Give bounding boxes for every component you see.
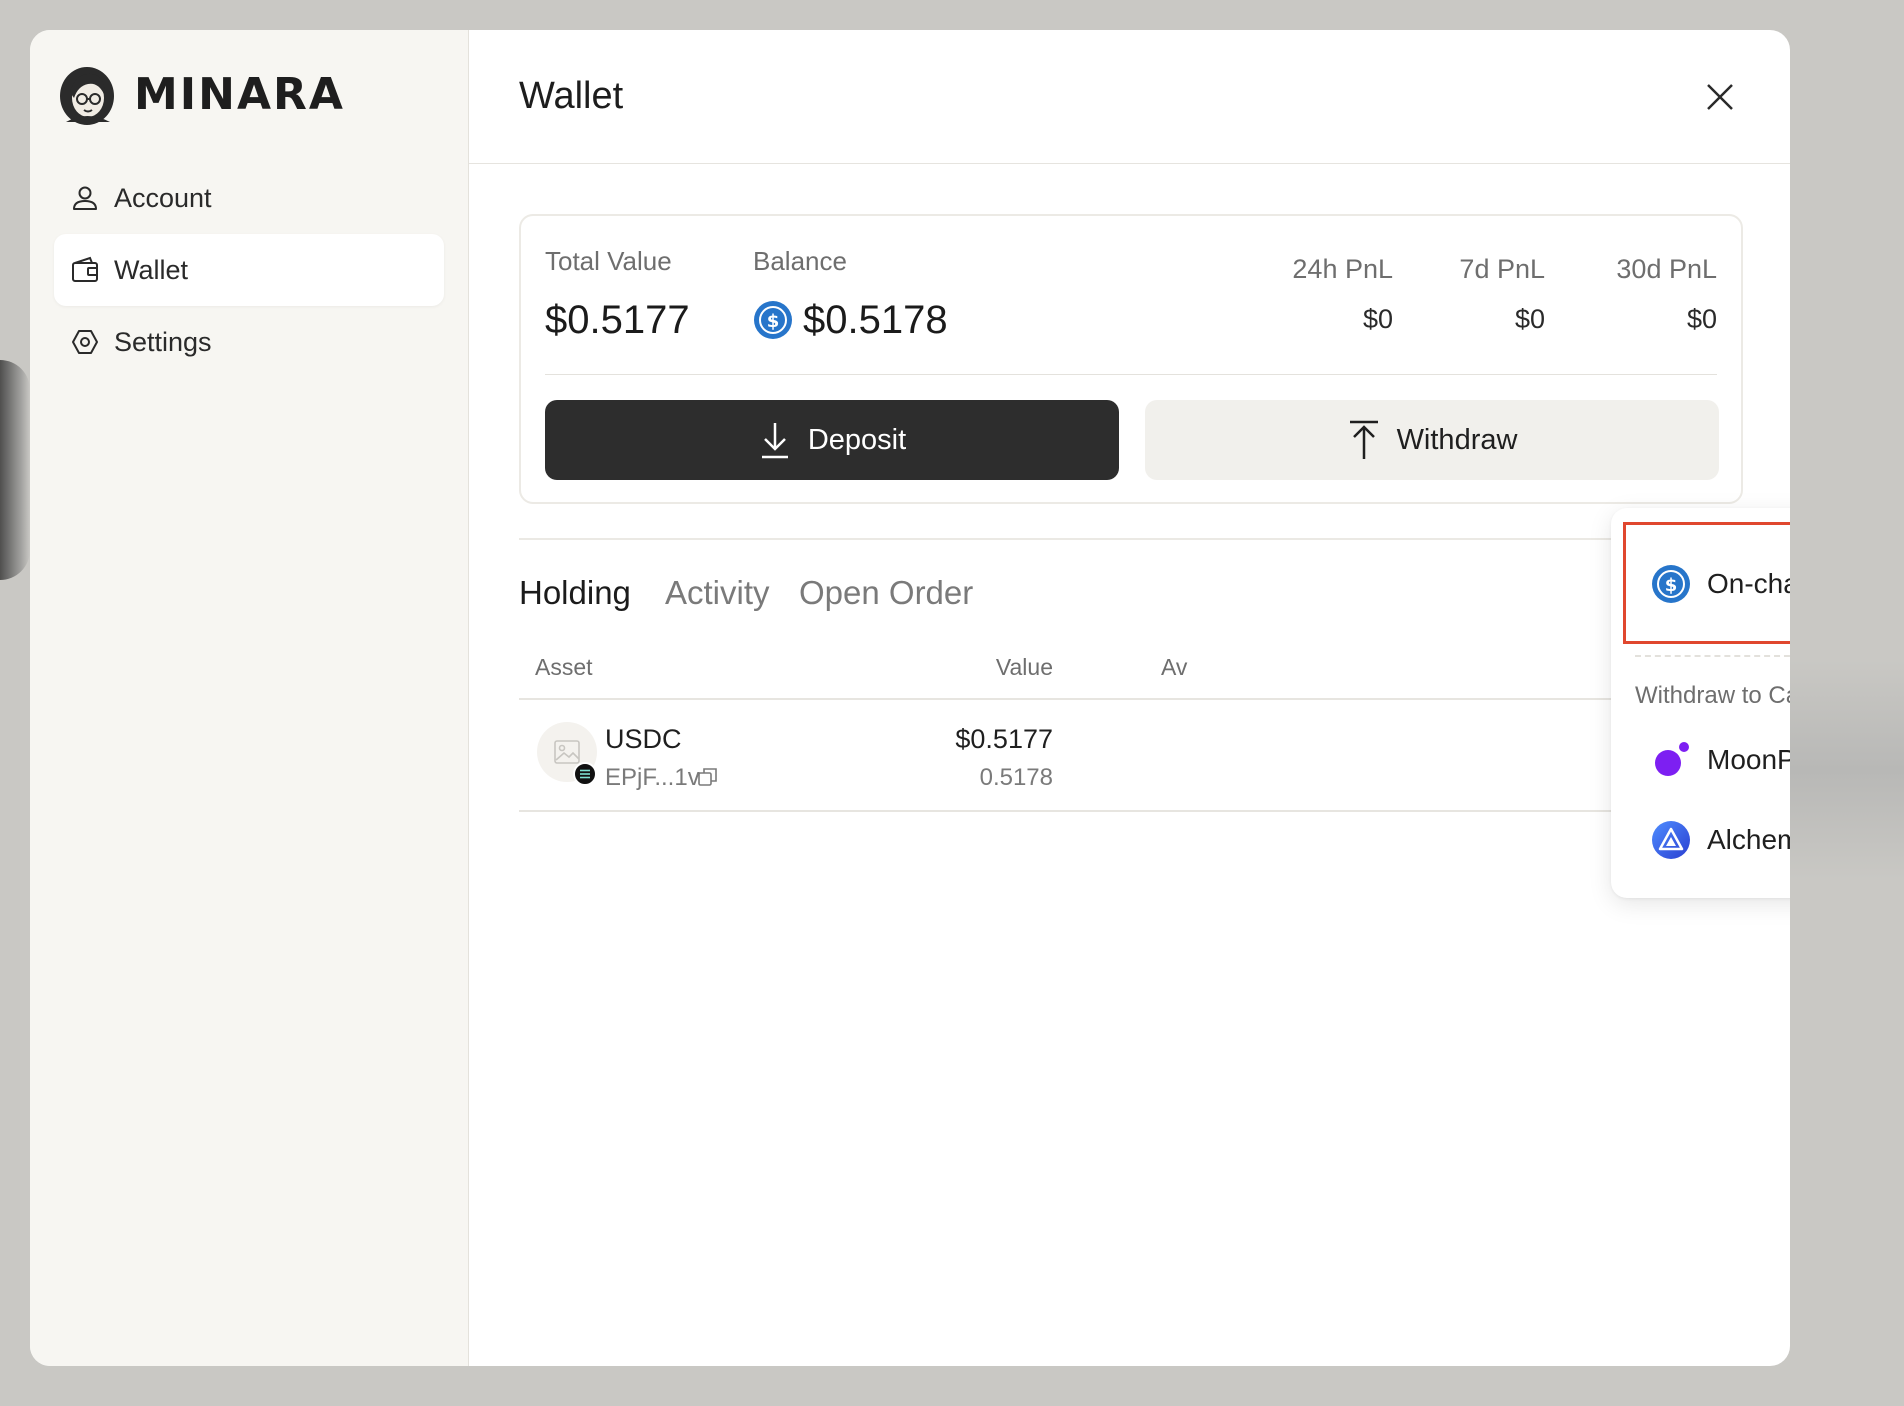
page-title: Wallet — [519, 75, 624, 117]
deposit-button[interactable]: Deposit — [545, 400, 1119, 480]
usdc-icon: $ — [754, 301, 792, 339]
tab-holding[interactable]: Holding — [519, 574, 631, 612]
balance-value: $0.5178 — [803, 298, 948, 342]
deposit-label: Deposit — [807, 423, 907, 456]
alchemy-pay-option[interactable]: Alchemy Pay — [1651, 820, 1790, 860]
avatar-logo-icon — [60, 67, 114, 125]
withdraw-button[interactable]: Withdraw — [1145, 400, 1719, 480]
download-icon — [761, 423, 788, 459]
user-icon — [73, 186, 97, 210]
moonpay-icon — [1655, 742, 1689, 776]
sidebar-item-label: Wallet — [114, 254, 189, 285]
dropdown-separator — [1635, 655, 1790, 657]
total-value: $0.5177 — [545, 298, 690, 342]
brand: MINARA — [54, 62, 444, 126]
hexagon-gear-icon — [72, 330, 98, 354]
wallet-modal: MINARA Account Wallet Settings Wallet To… — [30, 30, 1790, 1366]
wallet-icon — [72, 256, 98, 282]
svg-text:$: $ — [767, 311, 780, 332]
upload-icon — [1349, 420, 1378, 459]
sidebar-item-account[interactable]: Account — [54, 162, 444, 234]
moonpay-option[interactable]: MoonPay — [1651, 740, 1790, 780]
onchain-withdraw-option[interactable]: $ On-chain Withdraw — [1651, 564, 1790, 604]
asset-address: EPjF...1v — [605, 764, 700, 791]
pnl-30d-label: 30d PnL — [1616, 254, 1717, 284]
pnl-7d-value: $0 — [1514, 304, 1545, 334]
alchemy-pay-icon — [1652, 821, 1690, 859]
column-avg-partial: Av — [1161, 654, 1188, 680]
pnl-7d-label: 7d PnL — [1459, 254, 1545, 284]
balance-label: Balance — [753, 246, 847, 276]
column-value: Value — [995, 654, 1053, 680]
withdraw-label: Withdraw — [1396, 423, 1518, 456]
asset-value: $0.5177 — [955, 724, 1053, 754]
withdraw-dropdown: $ On-chain Withdraw Withdraw to Card Moo… — [1611, 508, 1790, 898]
main-panel: Wallet Total Value $0.5177 Balance $ $0.… — [469, 30, 1790, 1366]
table-header-rule — [519, 698, 1727, 700]
solana-chain-icon — [573, 762, 597, 786]
tabs-divider — [519, 538, 1743, 540]
asset-amount: 0.5178 — [979, 764, 1053, 791]
sidebar-item-wallet[interactable]: Wallet — [54, 234, 444, 306]
moonpay-label: MoonPay — [1707, 744, 1790, 775]
tab-open-order[interactable]: Open Order — [799, 574, 973, 612]
withdraw-to-card-heading: Withdraw to Card — [1635, 682, 1790, 709]
pnl-30d-value: $0 — [1686, 304, 1717, 334]
tab-activity[interactable]: Activity — [665, 574, 770, 612]
sidebar: MINARA Account Wallet Settings — [30, 30, 469, 1366]
asset-symbol: USDC — [605, 724, 682, 754]
backdrop-shadow — [0, 360, 30, 580]
copy-icon[interactable] — [697, 766, 719, 788]
alchemy-pay-label: Alchemy Pay — [1707, 824, 1790, 855]
backdrop-band — [1790, 660, 1904, 880]
sidebar-item-label: Account — [114, 182, 212, 213]
onchain-withdraw-label: On-chain Withdraw — [1707, 568, 1790, 599]
sidebar-nav: Account Wallet Settings — [54, 162, 444, 378]
pnl-24h-label: 24h PnL — [1292, 254, 1393, 284]
column-asset: Asset — [535, 654, 593, 680]
card-divider — [545, 374, 1717, 375]
usdc-icon: $ — [1652, 565, 1690, 603]
table-row-rule — [519, 810, 1727, 812]
image-placeholder-icon — [554, 740, 580, 764]
summary-card: Total Value $0.5177 Balance $ $0.5178 24… — [519, 214, 1743, 504]
sidebar-item-settings[interactable]: Settings — [54, 306, 444, 378]
svg-text:$: $ — [1665, 575, 1678, 596]
close-icon[interactable] — [1700, 77, 1740, 117]
total-value-label: Total Value — [545, 246, 672, 276]
sidebar-item-label: Settings — [114, 326, 212, 357]
header: Wallet — [469, 30, 1790, 164]
brand-name: MINARA — [134, 68, 345, 120]
pnl-24h-value: $0 — [1362, 304, 1393, 334]
